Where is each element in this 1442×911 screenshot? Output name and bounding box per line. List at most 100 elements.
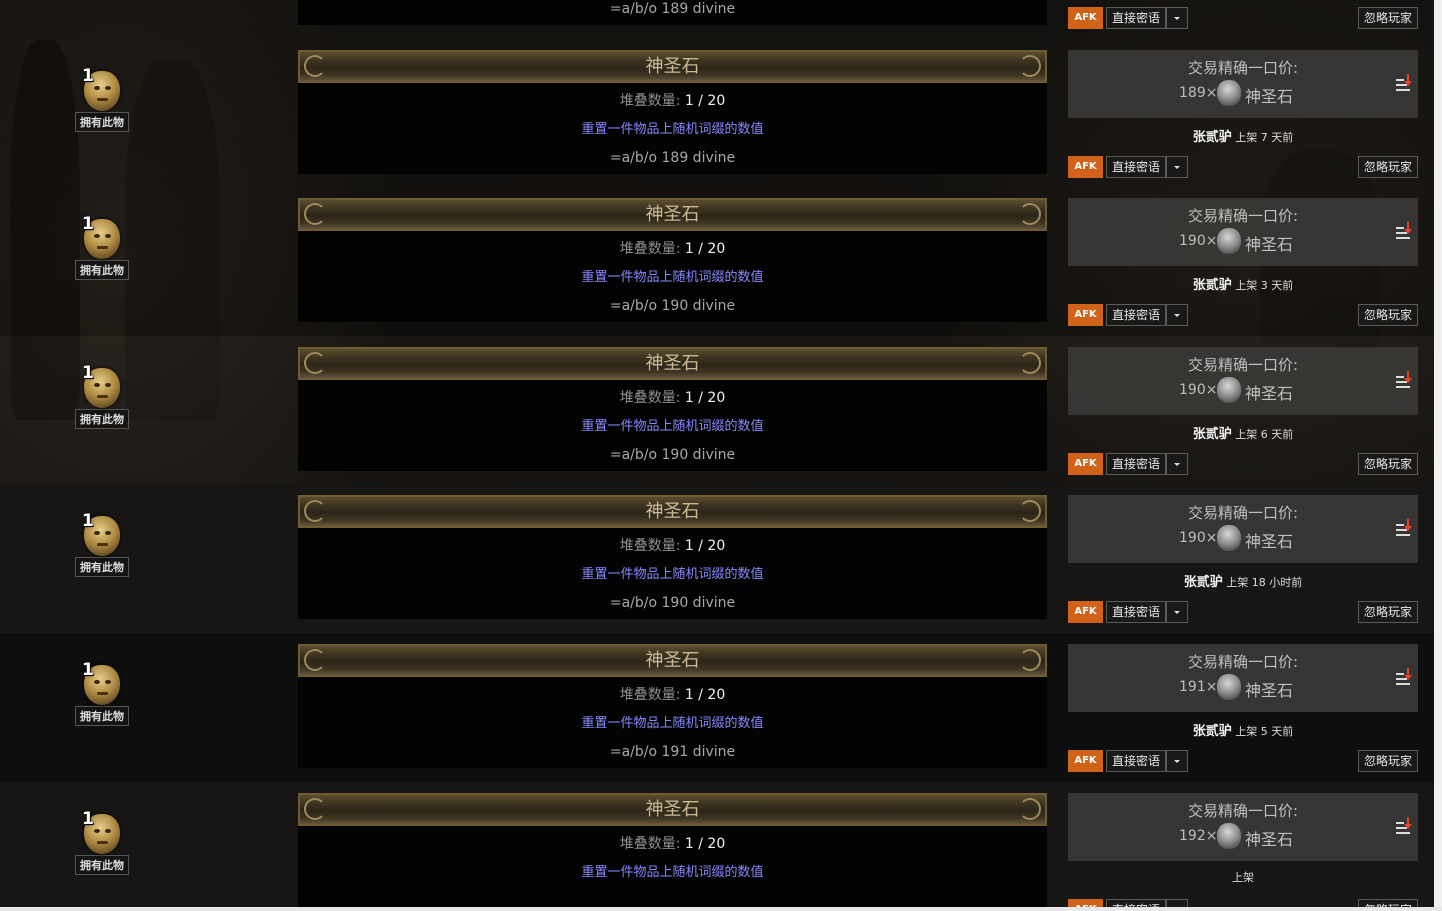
horizontal-scrollbar[interactable] [0,907,1442,911]
item-properties: 堆叠数量: 1 / 20 重置一件物品上随机词缀的数值 =a/b/o 190 d… [298,231,1047,321]
scroll-ornament-icon [304,54,326,77]
item-properties: 堆叠数量: 1 / 20 重置一件物品上随机词缀的数值 =a/b/o 189 d… [298,83,1047,173]
item-mod: 重置一件物品上随机词缀的数值 [581,567,764,583]
ignore-player-button[interactable]: 忽略玩家 [1357,7,1418,29]
item-mod: 重置一件物品上随机词缀的数值 [581,121,764,137]
listing-actions: AFK 直接密语 忽略玩家 [1068,749,1418,772]
caret-down-icon[interactable] [1166,601,1188,624]
price-label: 交易精确一口价: [1187,652,1299,671]
caret-down-icon[interactable] [1166,155,1188,178]
vertical-scrollbar[interactable] [1434,0,1442,911]
stack-size-label: 堆叠数量: [619,92,681,109]
owned-badge: 拥有此物 [75,111,129,132]
price-label: 交易精确一口价: [1187,58,1299,77]
price-amount: 190× [1179,381,1218,398]
stack-size-line: 堆叠数量: 1 / 20 [298,87,1047,115]
seller-info: 张贰驴 上架 6 天前 [1068,423,1418,442]
direct-whisper-button[interactable]: 直接密语 [1106,452,1167,475]
ignore-player-button[interactable]: 忽略玩家 [1357,304,1418,327]
divine-orb-icon [1217,79,1241,106]
item-properties: 堆叠数量: 1 / 20 重置一件物品上随机词缀的数值 =a/b/o 190 d… [298,380,1047,470]
stack-count: 1 [82,362,94,383]
stack-size-label: 堆叠数量: [619,538,681,555]
sort-desc-icon[interactable] [1396,222,1412,240]
item-name: 神圣石 [645,501,700,523]
divine-orb-icon [1217,376,1241,403]
owned-badge: 拥有此物 [75,260,129,281]
stack-size-line: 堆叠数量: 1 / 20 [298,384,1047,412]
trade-results-page: { "item": { "owned_label": "拥有此物", "stac… [0,0,1442,911]
price-label: 交易精确一口价: [1187,504,1299,523]
caret-down-icon[interactable] [1166,7,1188,29]
item-icon-block: 1 拥有此物 [74,660,130,726]
price-currency: 神圣石 [1245,86,1294,106]
price-block: 交易精确一口价: 190× 神圣石 [1068,198,1418,267]
caret-down-icon[interactable] [1166,452,1188,475]
stack-size-label: 堆叠数量: [619,389,681,406]
item-header: 神圣石 [298,49,1047,83]
seller-name[interactable]: 张贰驴 [1193,278,1232,293]
ignore-player-button[interactable]: 忽略玩家 [1357,601,1418,624]
item-card: 神圣石 堆叠数量: 1 / 20 重置一件物品上随机词缀的数值 =a/b/o 1… [298,0,1047,25]
stack-size-value: 1 / 20 [684,389,726,406]
listed-time: 18 小时前 [1251,576,1303,590]
sort-desc-icon[interactable] [1396,73,1412,92]
afk-badge: AFK [1068,155,1103,178]
stack-size-line: 堆叠数量: 1 / 20 [298,830,1047,858]
ignore-player-button[interactable]: 忽略玩家 [1357,155,1418,178]
sort-desc-icon[interactable] [1396,370,1412,389]
listing-actions: AFK 直接密语 忽略玩家 [1068,452,1418,475]
sort-desc-icon[interactable] [1396,816,1412,835]
scroll-ornament-icon [1019,351,1041,374]
sort-desc-icon[interactable] [1396,667,1412,686]
item-header: 神圣石 [298,495,1047,529]
item-properties: 堆叠数量: 1 / 20 重置一件物品上随机词缀的数值 =a/b/o 190 d… [298,528,1047,618]
ignore-player-button[interactable]: 忽略玩家 [1357,749,1418,772]
price-block: 交易精确一口价: 190× 神圣石 [1068,346,1418,415]
item-card: 神圣石 堆叠数量: 1 / 20 重置一件物品上随机词缀的数值 [298,792,1047,911]
seller-info: 张贰驴 上架 3 天前 [1068,274,1418,293]
listing-row: 1 拥有此物 神圣石 堆叠数量: 1 / 20 重置一件物品上随机词缀的数值 =… [0,335,1434,485]
price-block: 交易精确一口价: 192× 神圣石 [1068,792,1418,861]
scroll-ornament-icon [1019,648,1041,671]
seller-info: 张贰驴 上架 7 天前 [1068,126,1418,145]
divine-orb-icon [1217,525,1241,552]
stack-size-value: 1 / 20 [684,241,726,258]
direct-whisper-button[interactable]: 直接密语 [1106,749,1167,772]
item-header: 神圣石 [298,198,1047,232]
afk-badge: AFK [1068,7,1103,29]
listed-time: 6 天前 [1260,427,1294,441]
stack-size-value: 1 / 20 [684,538,726,555]
stack-size-value: 1 / 20 [684,686,726,703]
caret-down-icon[interactable] [1166,304,1188,327]
item-header: 神圣石 [298,792,1047,826]
listing-row: 1 拥有此物 神圣石 堆叠数量: 1 / 20 重置一件物品上随机词缀的数值 交… [0,781,1434,911]
price-label: 交易精确一口价: [1187,801,1299,820]
owned-badge: 拥有此物 [75,408,129,429]
item-name: 神圣石 [645,204,700,226]
ignore-player-button[interactable]: 忽略玩家 [1357,452,1418,475]
seller-name[interactable]: 张贰驴 [1193,427,1232,442]
item-note: =a/b/o 190 divine [609,446,736,463]
seller-name[interactable]: 张贰驴 [1193,724,1232,739]
owned-badge: 拥有此物 [75,557,129,578]
sort-desc-icon[interactable] [1396,519,1412,537]
item-mod: 重置一件物品上随机词缀的数值 [581,418,764,434]
stack-count: 1 [82,659,94,680]
listing-actions: AFK 直接密语 忽略玩家 [1068,601,1418,624]
price-currency: 神圣石 [1245,532,1294,552]
listing-actions: AFK 直接密语 忽略玩家 [1068,155,1418,178]
price-currency: 神圣石 [1245,680,1294,700]
item-note: =a/b/o 190 divine [609,595,736,612]
seller-info: 张贰驴 上架 5 天前 [1068,720,1418,739]
caret-down-icon[interactable] [1166,749,1188,772]
direct-whisper-button[interactable]: 直接密语 [1106,7,1167,29]
item-icon-block: 1 拥有此物 [74,66,130,132]
item-properties: 堆叠数量: 1 / 20 重置一件物品上随机词缀的数值 [298,826,1047,887]
direct-whisper-button[interactable]: 直接密语 [1106,601,1167,624]
direct-whisper-button[interactable]: 直接密语 [1106,155,1167,178]
direct-whisper-button[interactable]: 直接密语 [1106,304,1167,327]
seller-name[interactable]: 张贰驴 [1193,130,1232,145]
seller-name[interactable]: 张贰驴 [1184,575,1223,590]
scroll-ornament-icon [1019,54,1041,77]
